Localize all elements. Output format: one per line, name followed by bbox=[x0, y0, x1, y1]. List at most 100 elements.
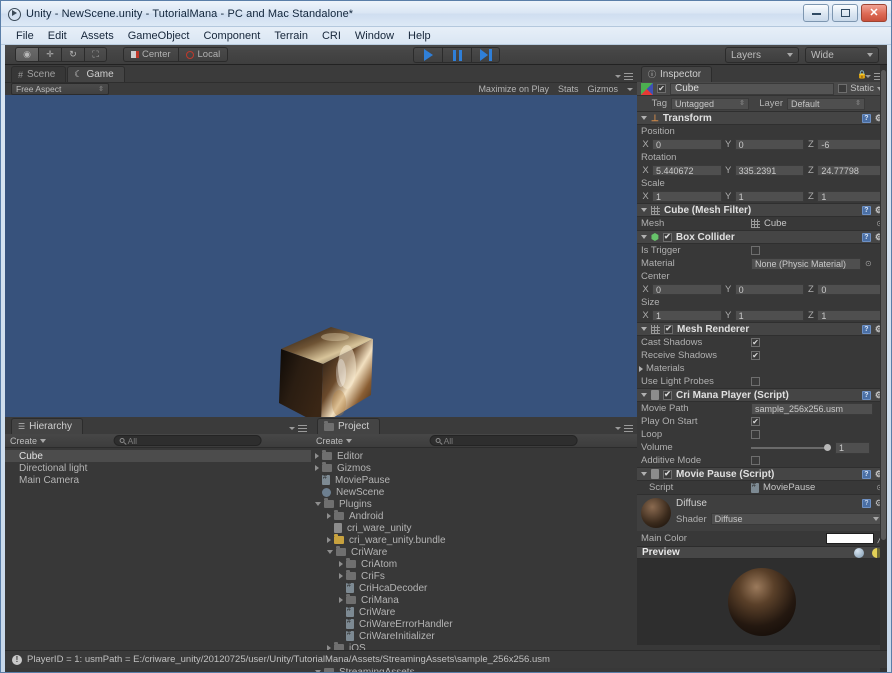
pivot-mode-button[interactable]: Center bbox=[123, 47, 178, 62]
gameobject-name-input[interactable]: Cube bbox=[670, 82, 835, 95]
status-bar[interactable]: ! PlayerID = 1: usmPath = E:/criware_uni… bbox=[5, 650, 887, 668]
layers-dropdown[interactable]: Layers bbox=[725, 47, 799, 63]
menu-cri[interactable]: CRI bbox=[315, 29, 348, 43]
menu-gameobject[interactable]: GameObject bbox=[121, 29, 197, 43]
cast-shadows-checkbox[interactable] bbox=[751, 338, 760, 347]
project-tree-row[interactable]: Plugins bbox=[311, 498, 637, 510]
movie-path-input[interactable]: sample_256x256.usm bbox=[751, 402, 873, 415]
inspector-scroll-thumb[interactable] bbox=[881, 70, 886, 540]
maximize-button[interactable] bbox=[832, 4, 858, 22]
handle-space-button[interactable]: Local bbox=[177, 47, 229, 62]
project-tree-row[interactable]: CriWareInitializer bbox=[311, 630, 637, 642]
play-button[interactable] bbox=[413, 47, 442, 63]
component-header-cri-mana-player[interactable]: Cri Mana Player (Script) ?⚙ bbox=[637, 388, 887, 402]
project-tree-row[interactable]: cri_ware_unity.bundle bbox=[311, 534, 637, 546]
help-icon[interactable]: ? bbox=[861, 390, 871, 400]
menu-edit[interactable]: Edit bbox=[41, 29, 74, 43]
tab-inspector[interactable]: ⓘ Inspector bbox=[641, 66, 713, 82]
help-icon[interactable]: ? bbox=[861, 205, 871, 215]
size-x-input[interactable]: 1 bbox=[652, 310, 722, 321]
help-icon[interactable]: ? bbox=[861, 324, 871, 334]
materials-row[interactable]: Materials bbox=[637, 362, 887, 375]
sphere-icon[interactable] bbox=[854, 547, 864, 558]
maximize-on-play-toggle[interactable]: Maximize on Play bbox=[478, 84, 549, 94]
size-y-input[interactable]: 1 bbox=[734, 310, 805, 321]
chevron-down-icon[interactable] bbox=[327, 550, 333, 554]
foldout-icon[interactable] bbox=[639, 365, 643, 372]
move-tool-icon[interactable]: ✛ bbox=[38, 47, 61, 62]
scale-x-input[interactable]: 1 bbox=[652, 191, 722, 202]
foldout-icon[interactable] bbox=[641, 327, 647, 331]
cri-mana-player-enabled-checkbox[interactable] bbox=[663, 390, 672, 400]
movie-pause-enabled-checkbox[interactable] bbox=[663, 469, 672, 479]
position-z-input[interactable]: -6 bbox=[817, 139, 888, 150]
play-on-start-checkbox[interactable] bbox=[751, 417, 760, 426]
rotation-z-input[interactable]: 24.77798 bbox=[817, 165, 888, 176]
project-tree-row[interactable]: cri_ware_unity bbox=[311, 522, 637, 534]
tab-game[interactable]: ☾ Game bbox=[67, 66, 125, 82]
chevron-down-icon[interactable] bbox=[315, 502, 321, 506]
tab-scene[interactable]: # Scene bbox=[11, 66, 67, 82]
script-value[interactable]: MoviePause bbox=[763, 482, 815, 493]
chevron-right-icon[interactable] bbox=[315, 453, 319, 459]
chevron-right-icon[interactable] bbox=[327, 513, 331, 519]
project-tree-row[interactable]: MoviePause bbox=[311, 474, 637, 486]
tab-project[interactable]: Project bbox=[317, 418, 381, 434]
gizmos-toggle[interactable]: Gizmos bbox=[587, 84, 618, 94]
project-tree-row[interactable]: Editor bbox=[311, 450, 637, 462]
volume-slider[interactable] bbox=[751, 444, 831, 451]
rotate-tool-icon[interactable]: ↻ bbox=[61, 47, 84, 62]
menu-help[interactable]: Help bbox=[401, 29, 438, 43]
volume-input[interactable]: 1 bbox=[835, 441, 870, 454]
rotation-y-input[interactable]: 335.2391 bbox=[734, 165, 805, 176]
project-menu-button[interactable] bbox=[615, 424, 633, 432]
project-tree-row[interactable]: CriWareErrorHandler bbox=[311, 618, 637, 630]
chevron-right-icon[interactable] bbox=[339, 597, 343, 603]
rotation-x-input[interactable]: 5.440672 bbox=[652, 165, 722, 176]
aspect-ratio-dropdown[interactable]: Free Aspect ⇳ bbox=[11, 83, 109, 95]
close-button[interactable]: ✕ bbox=[861, 4, 887, 22]
center-z-input[interactable]: 0 bbox=[817, 284, 888, 295]
project-tree-row[interactable]: Gizmos bbox=[311, 462, 637, 474]
position-x-input[interactable]: 0 bbox=[652, 139, 722, 150]
menu-component[interactable]: Component bbox=[196, 29, 267, 43]
hierarchy-menu-button[interactable] bbox=[289, 424, 307, 432]
static-toggle[interactable]: Static bbox=[838, 83, 883, 94]
menu-assets[interactable]: Assets bbox=[74, 29, 121, 43]
project-tree-row[interactable]: CriAtom bbox=[311, 558, 637, 570]
size-z-input[interactable]: 1 bbox=[817, 310, 888, 321]
foldout-icon[interactable] bbox=[641, 472, 647, 476]
additive-mode-checkbox[interactable] bbox=[751, 456, 760, 465]
project-tree-row[interactable]: Android bbox=[311, 510, 637, 522]
physic-material-field[interactable]: None (Physic Material) bbox=[751, 257, 861, 270]
project-tree-row[interactable]: CriMana bbox=[311, 594, 637, 606]
help-icon[interactable]: ? bbox=[861, 499, 871, 508]
mesh-renderer-enabled-checkbox[interactable] bbox=[664, 324, 673, 334]
layer-dropdown[interactable]: Default ⇳ bbox=[787, 97, 865, 110]
project-create-button[interactable]: Create bbox=[316, 436, 353, 446]
chevron-right-icon[interactable] bbox=[315, 465, 319, 471]
scale-tool-icon[interactable]: ⛶ bbox=[84, 47, 107, 62]
position-y-input[interactable]: 0 bbox=[734, 139, 805, 150]
center-x-input[interactable]: 0 bbox=[652, 284, 722, 295]
scale-y-input[interactable]: 1 bbox=[734, 191, 805, 202]
hierarchy-item-cube[interactable]: Cube bbox=[5, 450, 311, 462]
component-header-mesh-filter[interactable]: Cube (Mesh Filter) ? ⚙ bbox=[637, 203, 887, 217]
inspector-scrollbar[interactable] bbox=[880, 65, 887, 672]
use-light-probes-checkbox[interactable] bbox=[751, 377, 760, 386]
pause-button[interactable] bbox=[442, 47, 471, 63]
tag-dropdown[interactable]: Untagged ⇳ bbox=[671, 97, 749, 110]
game-panel-menu-button[interactable] bbox=[615, 72, 633, 80]
main-color-swatch[interactable] bbox=[825, 533, 874, 544]
loop-checkbox[interactable] bbox=[751, 430, 760, 439]
chevron-right-icon[interactable] bbox=[339, 561, 343, 567]
project-tree-row[interactable]: CriWare bbox=[311, 546, 637, 558]
component-header-box-collider[interactable]: ⬢ Box Collider ?⚙ bbox=[637, 230, 887, 244]
project-tree-row[interactable]: NewScene bbox=[311, 486, 637, 498]
hand-tool-icon[interactable]: ◉ bbox=[15, 47, 38, 62]
step-button[interactable] bbox=[471, 47, 500, 63]
project-search-input[interactable]: All bbox=[429, 435, 578, 446]
center-y-input[interactable]: 0 bbox=[734, 284, 805, 295]
help-icon[interactable]: ? bbox=[861, 469, 871, 479]
minimize-button[interactable] bbox=[803, 4, 829, 22]
